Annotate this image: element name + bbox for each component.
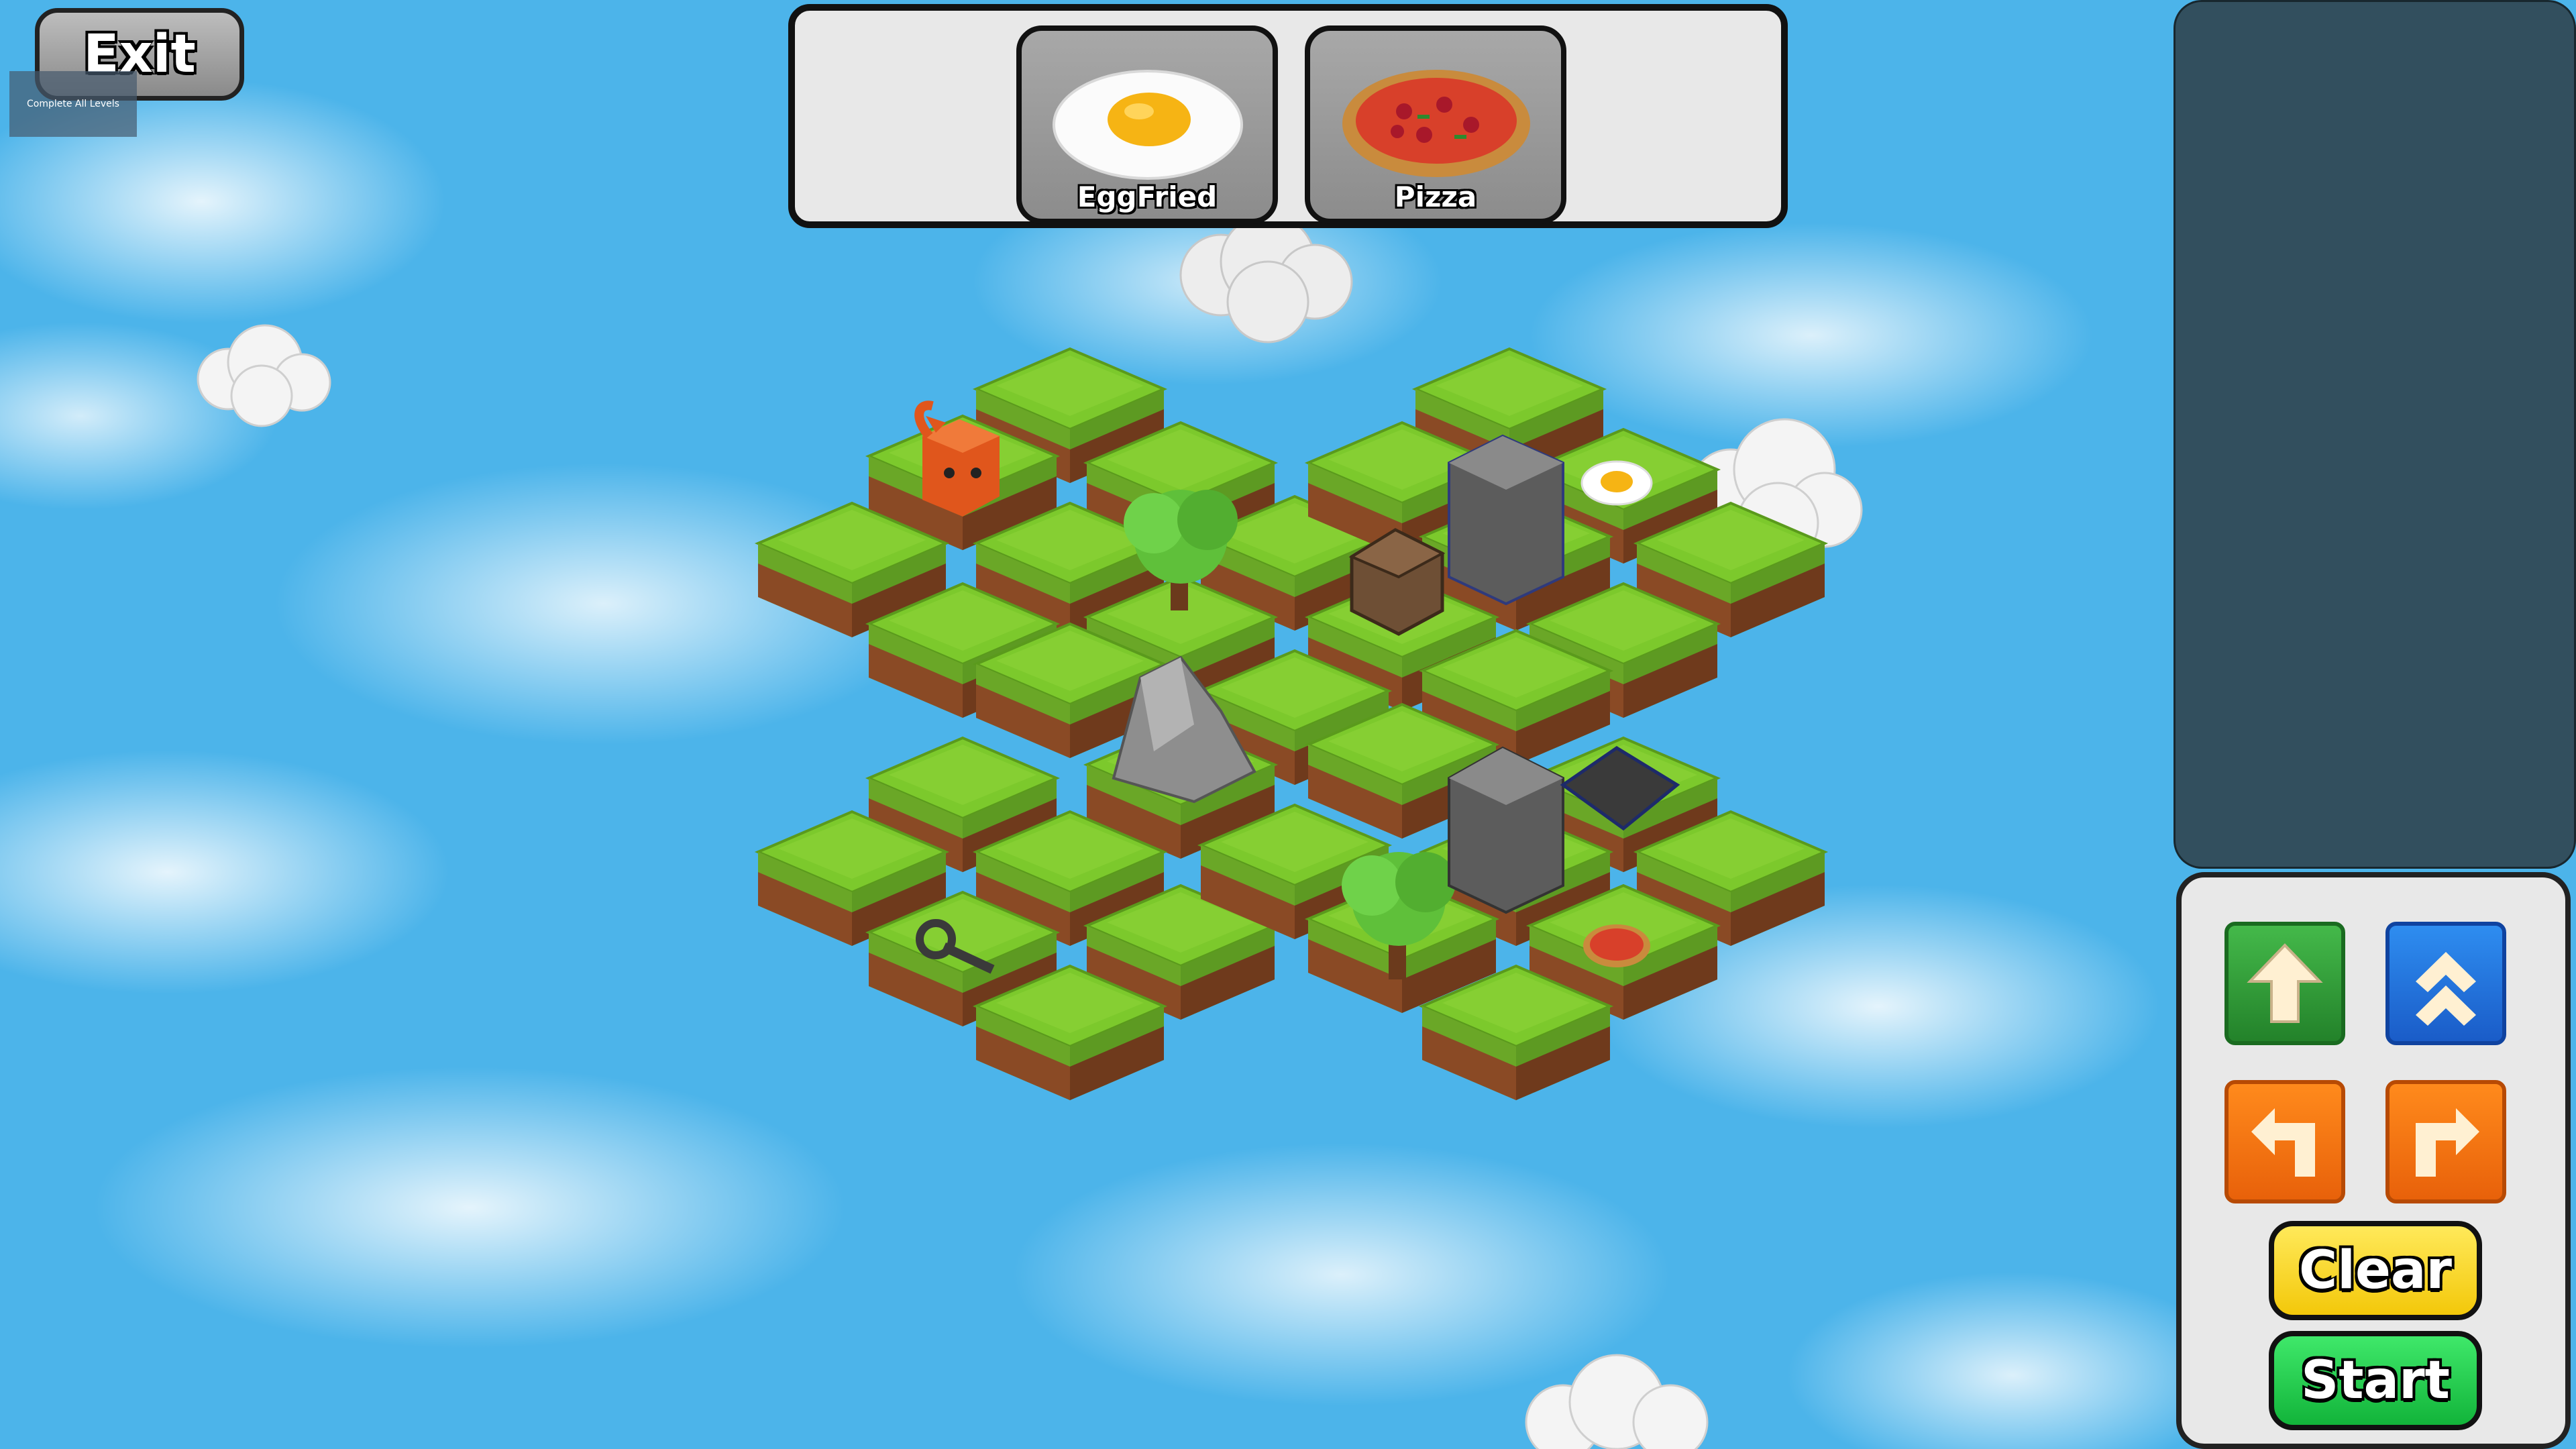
stone-pillar — [1448, 746, 1564, 914]
goal-label: EggFried — [1077, 180, 1218, 213]
turn-left-button[interactable] — [2224, 1080, 2345, 1203]
fried-egg — [1580, 460, 1653, 506]
clear-button[interactable]: Clear — [2269, 1221, 2482, 1320]
goal-card-eggfried: EggFried — [1016, 25, 1278, 224]
turn-right-arrow-icon — [2416, 1108, 2479, 1177]
jump-button[interactable] — [2385, 922, 2506, 1045]
program-panel — [2174, 0, 2576, 869]
turn-right-button[interactable] — [2385, 1080, 2506, 1203]
goals-panel: EggFried Pizza — [788, 4, 1788, 228]
forward-button[interactable] — [2224, 922, 2345, 1045]
start-button[interactable]: Start — [2269, 1331, 2482, 1430]
pizza — [1583, 924, 1650, 967]
pizza-icon — [1342, 70, 1530, 177]
controls-panel: Clear Start — [2176, 872, 2571, 1449]
goal-label: Pizza — [1394, 180, 1477, 213]
arrow-up-icon — [2247, 943, 2323, 1023]
turn-left-arrow-icon — [2251, 1108, 2315, 1177]
goal-card-pizza: Pizza — [1305, 25, 1566, 224]
double-chevron-up-icon — [2416, 952, 2476, 1026]
stone-pillar — [1448, 434, 1564, 606]
level-progress-label: Complete All Levels — [9, 71, 137, 137]
fried-egg-icon — [1053, 70, 1243, 180]
